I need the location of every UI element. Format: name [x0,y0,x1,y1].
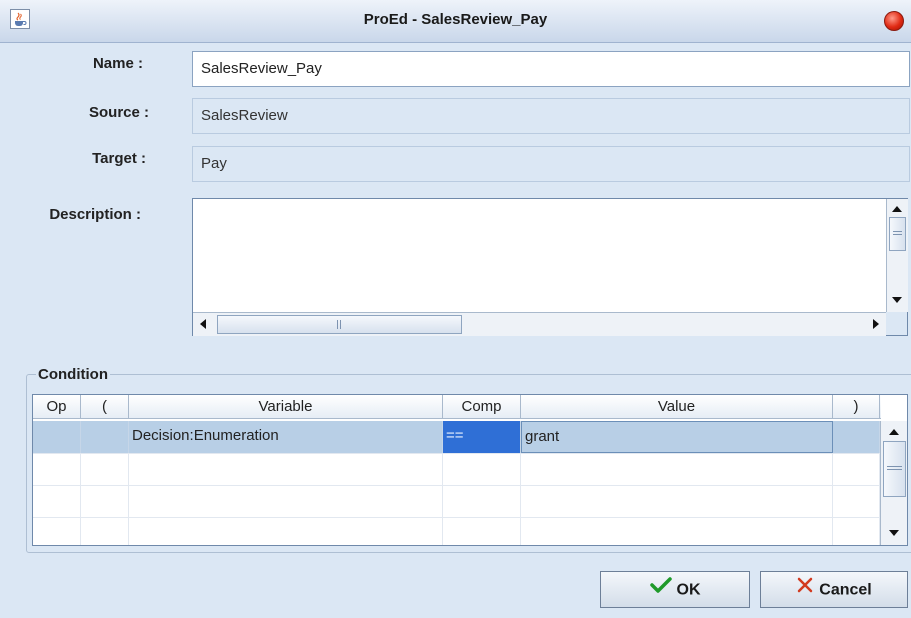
condition-table: Op ( Variable Comp Value ) Decision:Enum… [32,394,908,546]
cell-value[interactable]: grant [521,421,833,453]
source-field: SalesReview [192,98,910,134]
cell-value[interactable] [521,517,833,545]
cell-op[interactable] [33,421,81,453]
description-textarea-container [192,198,908,336]
cell-close-paren[interactable] [833,421,880,453]
cell-close-paren[interactable] [833,517,880,545]
dialog-window: ProEd - SalesReview_Pay Name : SalesRevi… [0,0,911,618]
vertical-scroll-thumb[interactable] [889,217,906,251]
scroll-down-icon[interactable] [892,297,902,303]
cell-op[interactable] [33,453,81,485]
window-title: ProEd - SalesReview_Pay [363,11,548,28]
checkmark-icon [649,572,672,607]
description-horizontal-scrollbar[interactable] [193,312,886,336]
cell-comp[interactable]: == [443,421,521,453]
cell-variable[interactable] [129,453,443,485]
cell-comp[interactable] [443,517,521,545]
column-header-open-paren[interactable]: ( [81,395,129,418]
description-vertical-scrollbar[interactable] [886,199,908,312]
cell-comp[interactable] [443,485,521,517]
table-row[interactable] [33,485,880,518]
scroll-down-icon[interactable] [889,530,899,536]
cell-value[interactable] [521,485,833,517]
close-x-icon [796,572,814,607]
target-field: Pay [192,146,910,182]
table-row[interactable] [33,517,880,545]
column-header-close-paren[interactable]: ) [833,395,880,418]
table-vertical-scrollbar[interactable] [880,421,907,545]
cell-open-paren[interactable] [81,421,129,453]
cell-open-paren[interactable] [81,517,129,545]
name-label: Name : [92,55,143,72]
title-bar[interactable]: ProEd - SalesReview_Pay [0,0,911,43]
column-header-comp[interactable]: Comp [443,395,521,418]
table-row[interactable]: Decision:Enumeration == grant [33,421,880,454]
table-header: Op ( Variable Comp Value ) [33,395,881,419]
cell-value[interactable] [521,453,833,485]
cancel-button-label: Cancel [819,581,872,599]
description-textarea[interactable] [193,199,886,312]
cell-close-paren[interactable] [833,453,880,485]
target-label: Target : [92,150,146,167]
scroll-up-icon[interactable] [889,429,899,435]
scroll-up-icon[interactable] [892,206,902,212]
source-label: Source : [88,104,149,121]
cell-open-paren[interactable] [81,453,129,485]
column-header-op[interactable]: Op [33,395,81,418]
cell-op[interactable] [33,517,81,545]
scroll-left-icon[interactable] [200,319,206,329]
ok-button[interactable]: OK [600,571,750,608]
cell-variable[interactable] [129,517,443,545]
cell-op[interactable] [33,485,81,517]
table-scroll-thumb[interactable] [883,441,906,497]
column-header-variable[interactable]: Variable [129,395,443,418]
cell-open-paren[interactable] [81,485,129,517]
cell-variable[interactable] [129,485,443,517]
condition-group-title: Condition [36,366,110,383]
column-header-value[interactable]: Value [521,395,833,418]
cell-close-paren[interactable] [833,485,880,517]
horizontal-scroll-thumb[interactable] [217,315,462,334]
cell-variable[interactable]: Decision:Enumeration [129,421,443,453]
table-row[interactable] [33,453,880,486]
cell-comp[interactable] [443,453,521,485]
cancel-button[interactable]: Cancel [760,571,908,608]
scrollbar-corner [886,312,907,335]
description-label: Description : [49,206,141,223]
name-input[interactable]: SalesReview_Pay [192,51,910,87]
close-window-button[interactable] [884,11,904,31]
ok-button-label: OK [676,581,701,599]
scroll-right-icon[interactable] [873,319,879,329]
